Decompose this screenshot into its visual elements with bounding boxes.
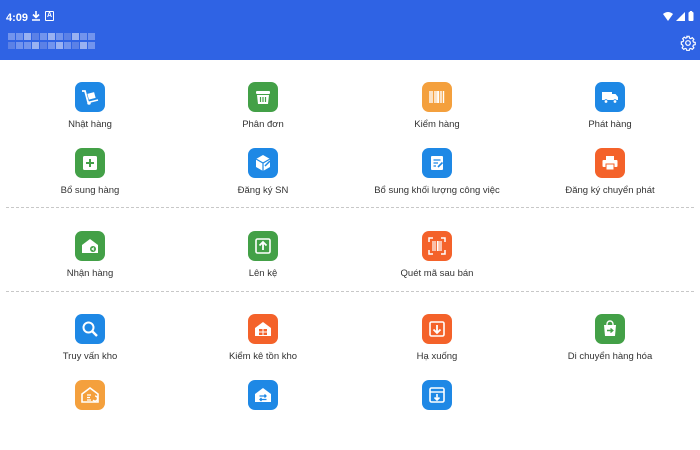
- home-receive-icon: [75, 231, 105, 261]
- cube-register-icon: [248, 148, 278, 178]
- tile-label: Di chuyển hàng hóa: [567, 351, 653, 362]
- app-header: 4:09 A: [0, 0, 700, 60]
- tile-kiem-ke-ton-kho[interactable]: Kiểm kê tồn kho: [178, 314, 348, 386]
- tile-down-arrow-box[interactable]: [352, 380, 522, 450]
- section-divider: [6, 291, 694, 292]
- tile-home-transfer[interactable]: [178, 380, 348, 450]
- tile-kiem-hang[interactable]: Kiểm hàng: [352, 82, 522, 154]
- tile-dang-ky-sn[interactable]: Đăng ký SN: [178, 148, 348, 220]
- basket-icon: [248, 82, 278, 112]
- menu-row-5: [0, 380, 700, 450]
- tile-label: Bổ sung khối lượng công việc: [374, 185, 500, 196]
- a-notification-icon: A: [45, 11, 54, 21]
- menu-row-1: Nhật hàng Phân đơn Kiểm hàng Phát hàng: [0, 82, 700, 154]
- tile-label: Hạ xuống: [416, 351, 458, 362]
- menu-row-2: Bổ sung hàng Đăng ký SN Bổ sung khối lượ…: [0, 148, 700, 220]
- tile-dang-ky-chuyen-phat[interactable]: Đăng ký chuyển phát: [525, 148, 695, 220]
- home-transfer-icon: [248, 380, 278, 410]
- printer-icon: [595, 148, 625, 178]
- section-divider: [6, 207, 694, 208]
- tile-label: Kiểm hàng: [414, 119, 460, 130]
- tile-label: Phát hàng: [588, 119, 632, 130]
- tile-label: Nhật hàng: [68, 119, 112, 130]
- shopping-bag-move-icon: [595, 314, 625, 344]
- tile-label: Lên kệ: [248, 268, 278, 279]
- tile-ha-xuong[interactable]: Hạ xuống: [352, 314, 522, 386]
- shelf-up-icon: [248, 231, 278, 261]
- tile-label: Bổ sung hàng: [60, 185, 120, 196]
- magnifier-icon: [75, 314, 105, 344]
- tile-bo-sung-hang[interactable]: Bổ sung hàng: [5, 148, 175, 220]
- tile-phat-hang[interactable]: Phát hàng: [525, 82, 695, 154]
- tile-label: Phân đơn: [242, 119, 284, 130]
- battery-icon: [688, 11, 694, 21]
- tile-phan-don[interactable]: Phân đơn: [178, 82, 348, 154]
- add-box-icon: [75, 148, 105, 178]
- gear-icon[interactable]: [680, 35, 696, 51]
- tile-label: Quét mã sau bán: [400, 268, 474, 279]
- tile-home-return[interactable]: [5, 380, 175, 450]
- tile-truy-van-kho[interactable]: Truy vấn kho: [5, 314, 175, 386]
- tile-label: Kiểm kê tồn kho: [228, 351, 298, 362]
- edit-document-icon: [422, 148, 452, 178]
- tile-label: Đăng ký SN: [237, 185, 289, 196]
- barcode-icon: [422, 82, 452, 112]
- hand-truck-icon: [75, 82, 105, 112]
- down-arrow-box-icon: [422, 380, 452, 410]
- system-status-icons: [663, 11, 694, 21]
- tile-nhan-hang[interactable]: Nhận hàng: [5, 231, 175, 303]
- warehouse-grid-icon: [248, 314, 278, 344]
- tile-nhat-hang[interactable]: Nhật hàng: [5, 82, 175, 154]
- down-box-icon: [422, 314, 452, 344]
- app-title-obscured: [8, 33, 98, 49]
- download-icon: [32, 11, 40, 21]
- tile-bo-sung-khoi-luong[interactable]: Bổ sung khối lượng công việc: [352, 148, 522, 220]
- signal-icon: [676, 11, 685, 21]
- tile-di-chuyen-hang-hoa[interactable]: Di chuyển hàng hóa: [525, 314, 695, 386]
- tile-label: Đăng ký chuyển phát: [565, 185, 655, 196]
- scan-barcode-icon: [422, 231, 452, 261]
- tile-quet-ma-sau-ban[interactable]: Quét mã sau bán: [352, 231, 522, 303]
- delivery-truck-icon: [595, 82, 625, 112]
- menu-row-4: Truy vấn kho Kiểm kê tồn kho Hạ xuống Di…: [0, 314, 700, 386]
- home-return-icon: [75, 380, 105, 410]
- tile-label: Nhận hàng: [66, 268, 114, 279]
- tile-label: Truy vấn kho: [62, 351, 118, 362]
- tile-len-ke[interactable]: Lên kệ: [178, 231, 348, 303]
- menu-row-3: Nhận hàng Lên kệ Quét mã sau bán: [0, 231, 700, 303]
- status-time: 4:09: [6, 12, 29, 24]
- wifi-icon: [663, 11, 673, 21]
